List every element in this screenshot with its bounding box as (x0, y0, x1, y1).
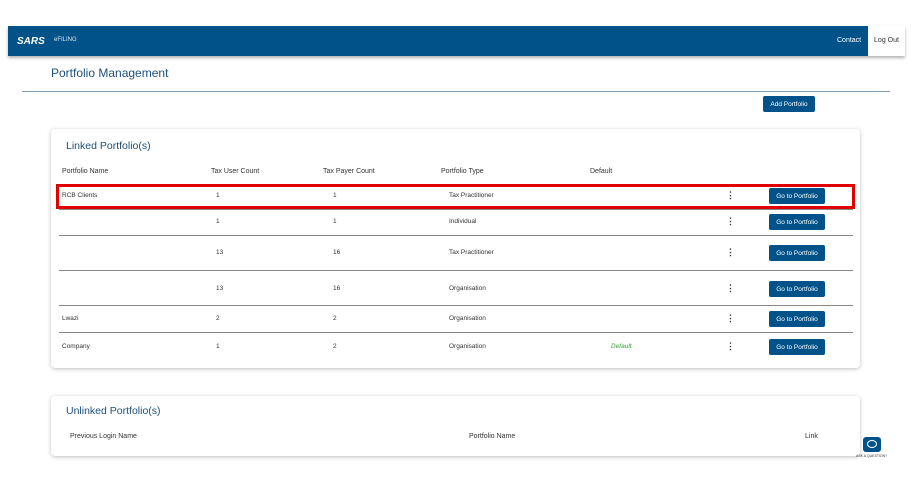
portfolio-type: Individual (449, 218, 477, 225)
col-header: Portfolio Name (62, 168, 109, 175)
linked-portfolios-card: Linked Portfolio(s) Portfolio Name Tax U… (51, 129, 860, 368)
tax-user-count: 1 (216, 343, 220, 350)
tax-payer-count: 2 (333, 315, 337, 322)
card-title: Unlinked Portfolio(s) (66, 405, 161, 417)
contact-link[interactable]: Contact (837, 37, 861, 44)
more-options-icon[interactable]: ⋮ (726, 313, 735, 324)
col-header: Portfolio Type (441, 168, 484, 175)
page-title: Portfolio Management (51, 66, 169, 80)
more-options-icon[interactable]: ⋮ (726, 283, 735, 294)
go-to-portfolio-button[interactable]: Go to Portfolio (769, 281, 825, 297)
ask-question-button[interactable] (863, 437, 881, 452)
sars-logo: SARS (17, 36, 45, 47)
go-to-portfolio-button[interactable]: Go to Portfolio (769, 339, 825, 355)
tax-payer-count: 2 (333, 343, 337, 350)
col-header: Tax Payer Count (323, 168, 375, 175)
tax-user-count: 13 (216, 285, 224, 292)
portfolio-name: Company (62, 343, 90, 350)
more-options-icon[interactable]: ⋮ (726, 341, 735, 352)
ask-question-label: ASK A QUESTION? (856, 454, 888, 458)
portfolio-type: Organisation (449, 315, 486, 322)
row-divider (59, 305, 853, 306)
chat-icon (867, 440, 877, 448)
col-header: Portfolio Name (469, 433, 516, 440)
card-title: Linked Portfolio(s) (66, 140, 151, 152)
highlight-box (56, 184, 855, 209)
tax-user-count: 13 (216, 249, 224, 256)
more-options-icon[interactable]: ⋮ (726, 247, 735, 258)
top-navbar: SARS eFILING Contact Log Out (8, 26, 905, 56)
go-to-portfolio-button[interactable]: Go to Portfolio (769, 311, 825, 327)
tax-payer-count: 16 (333, 249, 341, 256)
col-header: Tax User Count (211, 168, 260, 175)
portfolio-type: Tax Practitioner (449, 249, 494, 256)
tax-user-count: 1 (216, 218, 220, 225)
go-to-portfolio-button[interactable]: Go to Portfolio (769, 245, 825, 261)
default-label: Default (611, 343, 632, 350)
add-portfolio-button[interactable]: Add Portfolio (763, 96, 815, 112)
portfolio-name: Lwazi (62, 315, 79, 322)
divider (22, 91, 890, 92)
unlinked-portfolios-card: Unlinked Portfolio(s) Previous Login Nam… (51, 396, 860, 456)
tax-payer-count: 16 (333, 285, 341, 292)
go-to-portfolio-button[interactable]: Go to Portfolio (769, 214, 825, 230)
efiling-logo: eFILING (54, 37, 77, 43)
logout-button[interactable]: Log Out (868, 26, 905, 56)
row-divider (59, 209, 853, 210)
row-divider (59, 270, 853, 271)
row-divider (59, 235, 853, 236)
tax-payer-count: 1 (333, 218, 337, 225)
col-header: Link (805, 433, 818, 440)
row-divider (59, 332, 853, 333)
col-header: Previous Login Name (70, 433, 137, 440)
more-options-icon[interactable]: ⋮ (726, 216, 735, 227)
portfolio-type: Organisation (449, 285, 486, 292)
tax-user-count: 2 (216, 315, 220, 322)
portfolio-type: Organisation (449, 343, 486, 350)
col-header: Default (590, 168, 613, 175)
